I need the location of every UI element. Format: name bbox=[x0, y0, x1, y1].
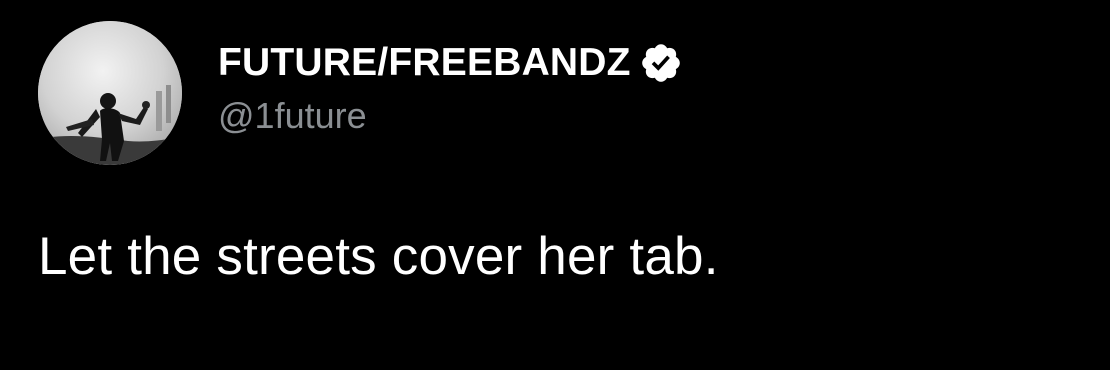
tweet-card: FUTURE/FREEBANDZ @1future Let the street… bbox=[0, 0, 1110, 370]
profile-photo-icon bbox=[38, 21, 182, 165]
author-display-name[interactable]: FUTURE/FREEBANDZ bbox=[218, 41, 631, 85]
author-handle[interactable]: @1future bbox=[218, 95, 367, 137]
verified-badge-icon bbox=[641, 44, 680, 82]
avatar[interactable] bbox=[38, 21, 182, 165]
author-name-row: FUTURE/FREEBANDZ bbox=[218, 40, 683, 86]
tweet-text: Let the streets cover her tab. bbox=[38, 227, 719, 286]
